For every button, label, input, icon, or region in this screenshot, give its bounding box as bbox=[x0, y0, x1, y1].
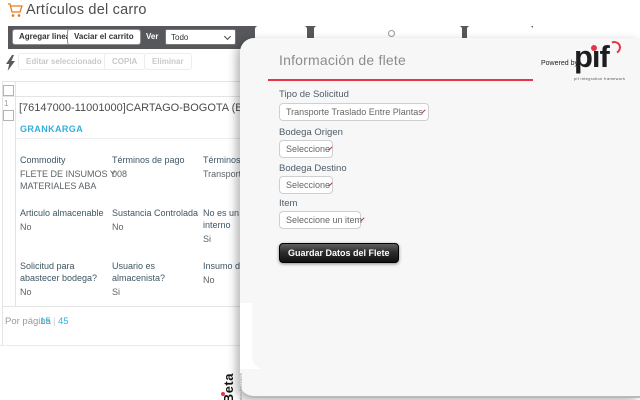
checkbox-column-border bbox=[15, 81, 16, 307]
per-page-separator: | bbox=[53, 316, 56, 327]
destination-warehouse-select[interactable]: Seleccione bbox=[279, 176, 333, 194]
field-storable-item: Articulo almacenable No bbox=[20, 208, 104, 232]
save-freight-data-button[interactable]: Guardar Datos del Flete bbox=[279, 243, 399, 263]
cart-icon bbox=[8, 3, 23, 17]
per-page-15-link[interactable]: 15 bbox=[40, 316, 51, 327]
page-title: Artículos del carro bbox=[26, 2, 147, 18]
app-window: Artículos del carro Agregar linea Vaciar… bbox=[0, 0, 640, 400]
item-label: Item bbox=[279, 198, 298, 209]
row-index: 1 bbox=[4, 99, 9, 108]
select-all-checkbox[interactable] bbox=[3, 85, 14, 96]
panel-title: Información de flete bbox=[279, 52, 406, 68]
view-select-value: Todo bbox=[171, 32, 189, 42]
row-title: [76147000-11001000]CARTAGO-BOGOTA (BULTO… bbox=[19, 102, 275, 114]
item-select[interactable]: Seleccione un item bbox=[279, 211, 365, 229]
view-select[interactable]: Todo bbox=[165, 29, 236, 45]
request-type-select[interactable]: Transporte Traslado Entre Plantas bbox=[279, 103, 429, 121]
field-supply-warehouse: Solicitud para abastecer bodega? No bbox=[20, 261, 98, 297]
panel-title-rule bbox=[268, 79, 533, 81]
field-controlled-substance: Sustancia Controlada No bbox=[112, 208, 199, 232]
copy-button[interactable]: COPIA bbox=[104, 53, 146, 70]
chevron-down-icon bbox=[223, 32, 232, 40]
empty-cart-button[interactable]: Vaciar el carrito bbox=[67, 29, 141, 45]
beta-badge-dot bbox=[221, 392, 225, 396]
field-payment-terms: Términos de pago 008 bbox=[112, 155, 185, 179]
powered-by-label: Powered by bbox=[541, 60, 578, 67]
beta-badge-tagline: integration framework bbox=[239, 373, 243, 400]
beta-badge[interactable]: Beta integration framework bbox=[218, 371, 246, 400]
row-vendor-link[interactable]: GRANKARGA bbox=[20, 124, 83, 134]
panel-left-notch bbox=[240, 303, 252, 369]
field-warehouse-user: Usuario es almacenista? Si bbox=[112, 261, 166, 297]
row-checkbox[interactable] bbox=[3, 110, 14, 121]
origin-warehouse-select[interactable]: Seleccione bbox=[279, 140, 333, 158]
pif-logo-tagline: pif integration framework bbox=[574, 76, 626, 81]
origin-warehouse-label: Bodega Origen bbox=[279, 127, 343, 138]
edit-selected-button[interactable]: Editar seleccionado bbox=[18, 53, 110, 70]
icon-dot bbox=[388, 30, 395, 37]
field-commodity: Commodity FLETE DE INSUMOS Y MATERIALES … bbox=[20, 155, 116, 191]
destination-warehouse-label: Bodega Destino bbox=[279, 163, 347, 174]
request-type-label: Tipo de Solicitud bbox=[279, 89, 349, 100]
view-label: Ver bbox=[146, 32, 159, 41]
per-page-45-link[interactable]: 45 bbox=[58, 316, 69, 327]
flash-icon[interactable] bbox=[5, 55, 16, 72]
delete-button[interactable]: Eliminar bbox=[144, 53, 192, 70]
pif-logo-i-dot bbox=[591, 45, 597, 51]
